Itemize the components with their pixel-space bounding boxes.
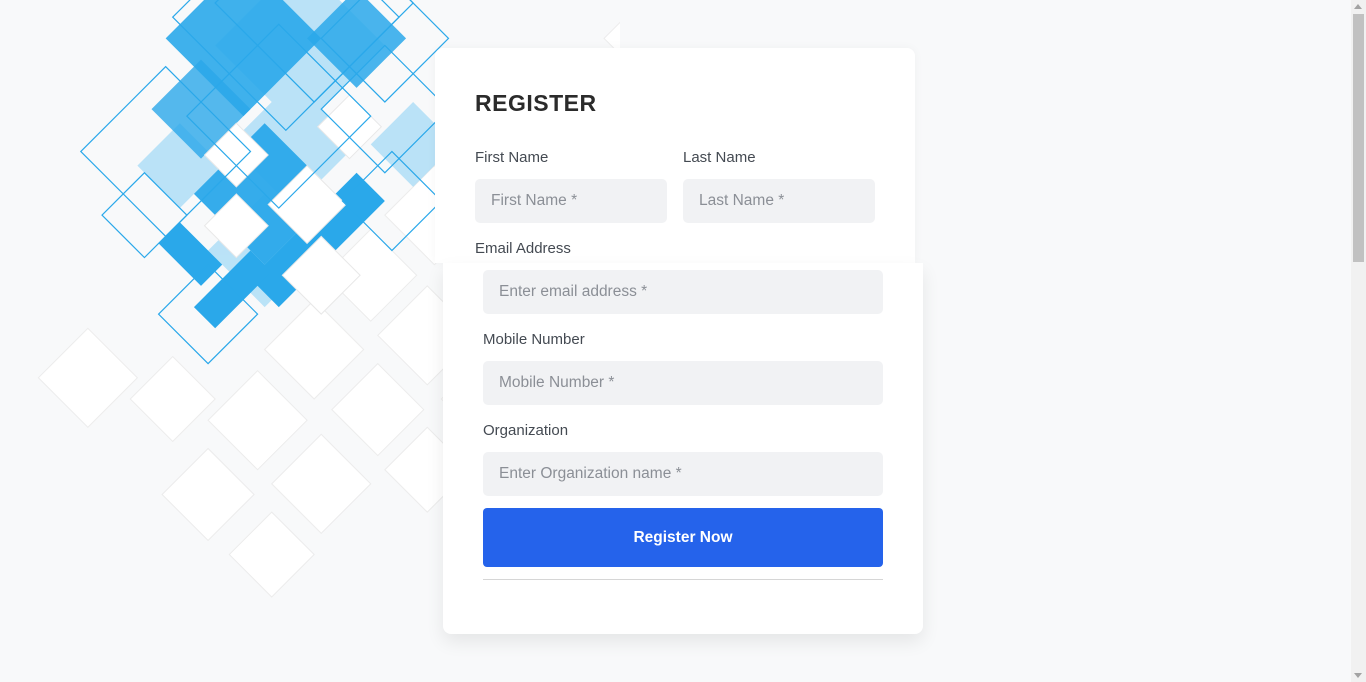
register-now-button[interactable]: Register Now bbox=[483, 508, 883, 567]
mobile-input[interactable] bbox=[483, 361, 883, 405]
vertical-scrollbar[interactable] bbox=[1351, 0, 1366, 682]
scrollbar-thumb[interactable] bbox=[1353, 14, 1364, 262]
organization-input[interactable] bbox=[483, 452, 883, 496]
email-label: Email Address bbox=[475, 240, 571, 257]
scroll-up-arrow-icon[interactable] bbox=[1354, 4, 1362, 9]
last-name-label: Last Name bbox=[683, 149, 756, 166]
register-page: REGISTER First Name Last Name Email Addr… bbox=[0, 0, 1366, 682]
scroll-down-arrow-icon[interactable] bbox=[1354, 673, 1362, 678]
last-name-input[interactable] bbox=[683, 179, 875, 223]
organization-label: Organization bbox=[483, 422, 569, 439]
first-name-label: First Name bbox=[475, 149, 549, 166]
first-name-input[interactable] bbox=[475, 179, 667, 223]
divider bbox=[483, 579, 883, 580]
email-input[interactable] bbox=[483, 270, 883, 314]
mobile-label: Mobile Number bbox=[483, 331, 585, 348]
page-title: REGISTER bbox=[475, 90, 597, 116]
